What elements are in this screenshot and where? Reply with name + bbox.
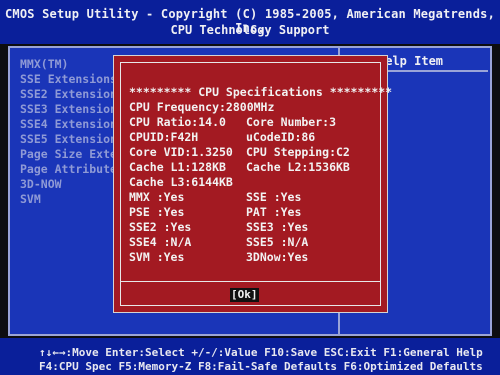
feature-pat: PAT :Yes xyxy=(246,205,302,219)
feature-svm: SVM :Yes xyxy=(129,250,185,264)
cache-l1: Cache L1:128KB xyxy=(129,160,226,174)
key-help-row-2: F4:CPU Spec F5:Memory-Z F8:Fail-Safe Def… xyxy=(39,360,483,373)
setting-sse4[interactable]: SSE4 Extensions xyxy=(20,117,124,131)
setting-page-attribute[interactable]: Page Attribute xyxy=(20,162,117,176)
setting-svm[interactable]: SVM xyxy=(20,192,41,206)
ok-button[interactable]: [Ok] xyxy=(230,288,259,302)
setting-sse2[interactable]: SSE2 Extensions xyxy=(20,87,124,101)
feature-sse4: SSE4 :N/A xyxy=(129,235,192,249)
core-number: Core Number:3 xyxy=(246,115,337,129)
key-help-row-1: ↑↓←→:Move Enter:Select +/-/:Value F10:Sa… xyxy=(39,346,483,359)
feature-mmx: MMX :Yes xyxy=(129,190,185,204)
feature-pse: PSE :Yes xyxy=(129,205,185,219)
cpu-frequency: CPU Frequency:2800MHz xyxy=(129,100,275,114)
feature-sse: SSE :Yes xyxy=(246,190,302,204)
feature-sse5: SSE5 :N/A xyxy=(246,235,309,249)
dialog-title: ********* CPU Specifications ********* xyxy=(129,85,393,99)
feature-sse2: SSE2 :Yes xyxy=(129,220,192,234)
cache-l3: Cache L3:6144KB xyxy=(129,175,233,189)
cpuid: CPUID:F42H xyxy=(129,130,199,144)
key-help-bar: ↑↓←→:Move Enter:Select +/-/:Value F10:Sa… xyxy=(0,338,500,375)
setting-mmx[interactable]: MMX(TM) xyxy=(20,57,68,71)
cpu-spec-dialog-separator xyxy=(120,281,381,282)
setting-sse5[interactable]: SSE5 Extensions xyxy=(20,132,124,146)
cpu-stepping: CPU Stepping:C2 xyxy=(246,145,350,159)
cache-l2: Cache L2:1536KB xyxy=(246,160,350,174)
setting-sse3[interactable]: SSE3 Extensions xyxy=(20,102,124,116)
setting-sse[interactable]: SSE Extensions xyxy=(20,72,117,86)
setting-3dnow[interactable]: 3D-NOW xyxy=(20,177,62,191)
feature-sse3: SSE3 :Yes xyxy=(246,220,309,234)
cpu-ratio: CPU Ratio:14.0 xyxy=(129,115,226,129)
page-title: CPU Technology Support xyxy=(170,23,330,37)
core-vid: Core VID:1.3250 xyxy=(129,145,233,159)
feature-3dnow: 3DNow:Yes xyxy=(246,250,309,264)
ucode-id: uCodeID:86 xyxy=(246,130,316,144)
title-bar: CMOS Setup Utility - Copyright (C) 1985-… xyxy=(0,0,500,44)
setting-page-size-ext[interactable]: Page Size Exten xyxy=(20,147,124,161)
